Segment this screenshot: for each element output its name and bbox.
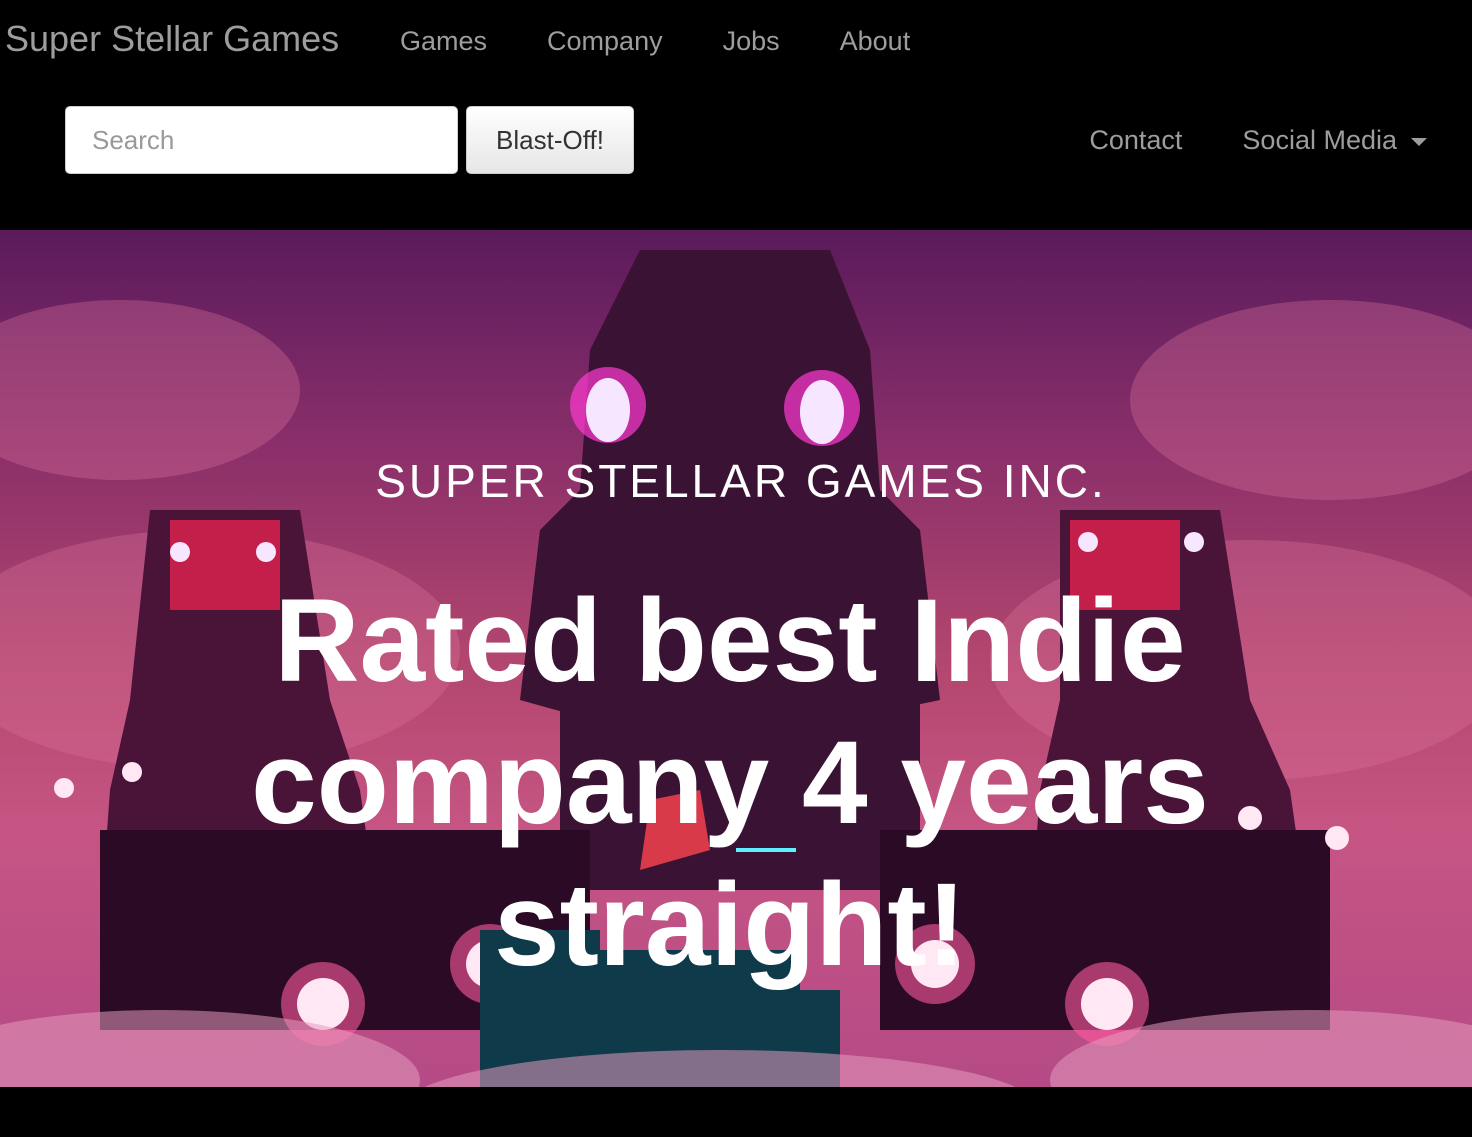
search-input[interactable] bbox=[65, 106, 458, 174]
nav-contact[interactable]: Contact bbox=[1089, 121, 1182, 159]
social-media-dropdown[interactable]: Social Media bbox=[1242, 121, 1427, 159]
main-nav: Games Company Jobs About bbox=[370, 22, 940, 60]
hero-title: Rated best Indie company 4 years straigh… bbox=[251, 575, 1209, 991]
nav-jobs[interactable]: Jobs bbox=[693, 22, 810, 60]
hero-subtitle: SUPER STELLAR GAMES INC. bbox=[375, 455, 1107, 507]
brand-link[interactable]: Super Stellar Games bbox=[5, 18, 339, 60]
nav-about[interactable]: About bbox=[810, 22, 941, 60]
hero-banner: SUPER STELLAR GAMES INC. Rated best Indi… bbox=[0, 230, 1472, 1087]
blast-off-button[interactable]: Blast-Off! bbox=[466, 106, 634, 174]
nav-games[interactable]: Games bbox=[370, 22, 517, 60]
navbar: Super Stellar Games Games Company Jobs A… bbox=[0, 0, 1472, 230]
page-footer-bar bbox=[0, 1087, 1472, 1137]
secondary-nav: Contact Social Media bbox=[1029, 121, 1427, 159]
nav-contact-label: Contact bbox=[1089, 125, 1183, 155]
nav-company[interactable]: Company bbox=[517, 22, 693, 60]
caret-down-icon bbox=[1411, 137, 1427, 146]
social-media-label: Social Media bbox=[1242, 125, 1397, 155]
